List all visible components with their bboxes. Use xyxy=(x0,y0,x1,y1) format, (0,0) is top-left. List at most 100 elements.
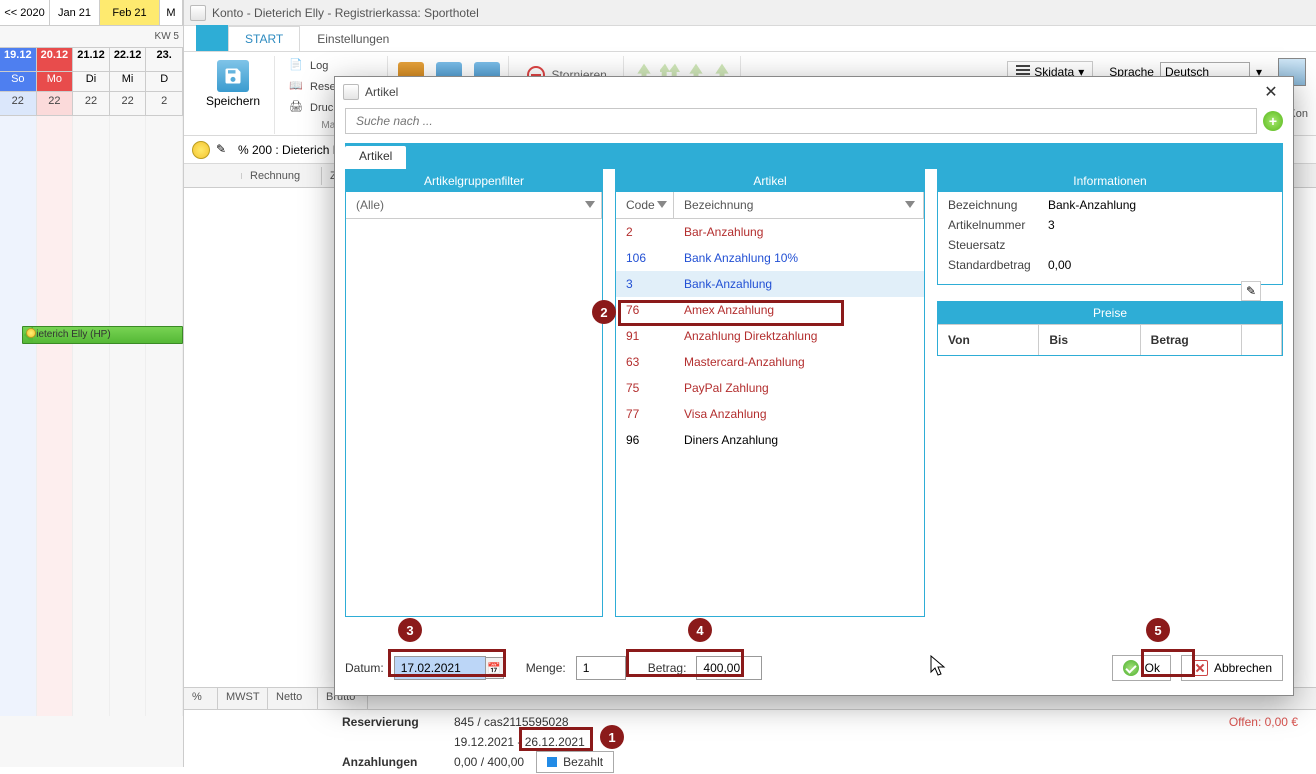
reservierung-value: 845 / cas2115595028 xyxy=(454,715,569,729)
close-button[interactable]: ✕ xyxy=(1255,81,1287,103)
cal-kw: KW 5 xyxy=(0,26,183,47)
info-standardbetrag-label: Standardbetrag xyxy=(948,258,1048,278)
article-row[interactable]: 91Anzahlung Direktzahlung xyxy=(616,323,924,349)
cal-month-mar[interactable]: M xyxy=(160,0,183,25)
book-icon: 📖 xyxy=(289,79,305,95)
article-row[interactable]: 106Bank Anzahlung 10% xyxy=(616,245,924,271)
bottom-summary-pane: % MWST Netto Brutto Reservierung 845 / c… xyxy=(184,687,1316,767)
preise-col-betrag[interactable]: Betrag xyxy=(1141,325,1242,355)
tab-artikel[interactable]: Artikel xyxy=(345,146,406,169)
article-name: Bar-Anzahlung xyxy=(674,225,924,239)
app-icon xyxy=(190,5,206,21)
bezahlt-button[interactable]: Bezahlt xyxy=(536,751,614,773)
article-row[interactable]: 63Mastercard-Anzahlung xyxy=(616,349,924,375)
calendar-picker-icon[interactable]: 📅 xyxy=(486,657,504,679)
booking-header-label: % 200 : Dieterich E xyxy=(238,143,341,157)
cal-day: Mi xyxy=(110,72,147,91)
cal-prev-year[interactable]: << 2020 xyxy=(0,0,50,25)
save-label: Speichern xyxy=(206,94,260,108)
cal-count: 22 xyxy=(73,92,110,115)
article-code: 63 xyxy=(616,355,674,369)
tabstrip: Artikel xyxy=(345,143,1283,169)
info-artikelnummer-label: Artikelnummer xyxy=(948,218,1048,238)
article-name: Visa Anzahlung xyxy=(674,407,924,421)
article-code: 96 xyxy=(616,433,674,447)
article-row[interactable]: 96Diners Anzahlung xyxy=(616,427,924,453)
article-row[interactable]: 2Bar-Anzahlung xyxy=(616,219,924,245)
add-button[interactable]: + xyxy=(1263,111,1283,131)
dialog-title: Artikel xyxy=(365,85,398,99)
artikel-dialog: Artikel ✕ + Artikel Artikelgruppenfilter… xyxy=(334,76,1294,696)
reservierung-label: Reservierung xyxy=(342,715,442,729)
cal-day: D xyxy=(146,72,183,91)
edit-button[interactable]: ✎ xyxy=(1241,281,1261,301)
save-button[interactable]: Speichern xyxy=(200,56,266,112)
pencil-icon[interactable]: ✎ xyxy=(216,142,232,158)
cal-date[interactable]: 19.12 xyxy=(0,48,37,71)
preise-col-bis[interactable]: Bis xyxy=(1039,325,1140,355)
preise-col-empty xyxy=(1242,325,1282,355)
booking-status-dot xyxy=(26,328,36,338)
article-code: 75 xyxy=(616,381,674,395)
save-icon xyxy=(217,60,249,92)
cancel-x-icon xyxy=(1192,660,1208,676)
article-row[interactable]: 77Visa Anzahlung xyxy=(616,401,924,427)
article-row[interactable]: 3Bank-Anzahlung xyxy=(616,271,924,297)
article-list[interactable]: 2Bar-Anzahlung106Bank Anzahlung 10%3Bank… xyxy=(616,219,924,616)
article-name: Diners Anzahlung xyxy=(674,433,924,447)
window-titlebar: Konto - Dieterich Elly - Registrierkassa… xyxy=(184,0,1316,26)
search-input[interactable] xyxy=(345,108,1257,134)
info-bezeichnung-label: Bezeichnung xyxy=(948,198,1048,218)
col-netto[interactable]: Netto xyxy=(268,688,318,709)
info-steuersatz-label: Steuersatz xyxy=(948,238,1048,258)
annotation-badge-5: 5 xyxy=(1146,618,1170,642)
funnel-icon[interactable] xyxy=(905,197,917,209)
booking-bar-dieterich[interactable]: Dieterich Elly (HP) xyxy=(22,326,183,344)
tab-start[interactable]: START xyxy=(228,26,300,51)
article-row[interactable]: 75PayPal Zahlung xyxy=(616,375,924,401)
betrag-input[interactable] xyxy=(696,656,762,680)
cal-count: 22 xyxy=(110,92,147,115)
ribbon-file-tab[interactable] xyxy=(196,25,228,51)
article-name: PayPal Zahlung xyxy=(674,381,924,395)
menge-input[interactable] xyxy=(576,656,626,680)
preise-col-von[interactable]: Von xyxy=(938,325,1039,355)
tab-einstellungen[interactable]: Einstellungen xyxy=(300,26,406,51)
funnel-icon[interactable] xyxy=(657,197,669,209)
col-rechnung[interactable]: Rechnung xyxy=(242,167,322,185)
annotation-badge-2: 2 xyxy=(592,300,616,324)
funnel-icon[interactable] xyxy=(585,197,597,209)
filter-alle[interactable]: (Alle) xyxy=(346,192,602,218)
col-mwst[interactable]: MWST xyxy=(218,688,268,709)
article-name: Mastercard-Anzahlung xyxy=(674,355,924,369)
col-bezeichnung[interactable]: Bezeichnung xyxy=(674,192,924,218)
ok-button[interactable]: Ok xyxy=(1112,655,1171,681)
cancel-button[interactable]: Abbrechen xyxy=(1181,655,1283,681)
article-name: Amex Anzahlung xyxy=(674,303,924,317)
col-code[interactable]: Code xyxy=(616,192,674,218)
cal-month-jan[interactable]: Jan 21 xyxy=(50,0,100,25)
col-percent[interactable]: % xyxy=(184,688,218,709)
log-icon: 📄 xyxy=(289,58,305,74)
log-button[interactable]: 📄Log xyxy=(285,56,379,76)
article-name: Bank Anzahlung 10% xyxy=(674,251,924,265)
article-name: Anzahlung Direktzahlung xyxy=(674,329,924,343)
cal-date[interactable]: 21.12 xyxy=(73,48,110,71)
cal-date[interactable]: 20.12 xyxy=(37,48,74,71)
cal-day: Di xyxy=(73,72,110,91)
info-bezeichnung-value: Bank-Anzahlung xyxy=(1048,198,1136,218)
preise-header: Preise xyxy=(938,302,1282,324)
smile-icon xyxy=(192,141,210,159)
datum-input[interactable] xyxy=(394,656,486,680)
cal-month-feb[interactable]: Feb 21 xyxy=(100,0,160,25)
cal-date[interactable]: 23. xyxy=(146,48,183,71)
article-code: 91 xyxy=(616,329,674,343)
article-row[interactable]: 76Amex Anzahlung xyxy=(616,297,924,323)
cal-date[interactable]: 22.12 xyxy=(110,48,147,71)
calendar-body[interactable]: Dieterich Elly (HP) xyxy=(0,116,183,716)
artikelgruppen-panel: Artikelgruppenfilter (Alle) xyxy=(345,169,603,617)
cal-count: 22 xyxy=(0,92,37,115)
cal-day: Mo xyxy=(37,72,74,91)
menge-label: Menge: xyxy=(526,661,566,675)
article-code: 76 xyxy=(616,303,674,317)
